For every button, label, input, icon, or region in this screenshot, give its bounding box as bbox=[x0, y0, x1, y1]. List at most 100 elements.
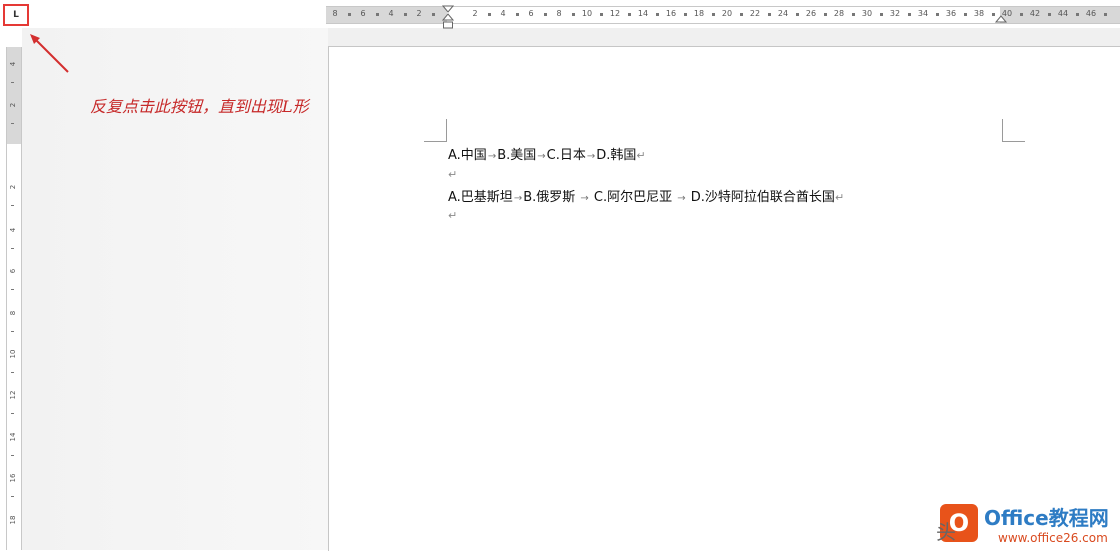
annotation-text: 反复点击此按钮，直到出现L形 bbox=[90, 97, 309, 116]
h-ruler-number: 32 bbox=[889, 9, 901, 18]
paragraph-mark-icon: ↵ bbox=[834, 191, 845, 204]
v-ruler-tick bbox=[11, 289, 14, 290]
watermark-prefix: 头 bbox=[936, 520, 956, 544]
first-line-indent-marker-icon[interactable] bbox=[442, 5, 454, 31]
v-ruler-number: 16 bbox=[9, 473, 17, 483]
h-ruler-tick bbox=[544, 13, 547, 16]
v-ruler-number: 12 bbox=[9, 390, 17, 400]
v-ruler-number: 2 bbox=[9, 102, 17, 108]
paragraph-mark-icon: ↵ bbox=[636, 149, 646, 162]
h-ruler-tick bbox=[880, 13, 883, 16]
h-ruler-number: 36 bbox=[945, 9, 957, 18]
h-ruler-tick bbox=[348, 13, 351, 16]
h-ruler-tick bbox=[572, 13, 575, 16]
watermark: 头 O Office教程网 www.office26.com bbox=[936, 500, 1109, 546]
v-ruler-tick bbox=[11, 496, 14, 497]
h-ruler-tick bbox=[824, 13, 827, 16]
document-empty-line-1[interactable]: ↵ bbox=[448, 167, 457, 182]
h-ruler-tick bbox=[404, 13, 407, 16]
document-text: C.阿尔巴尼亚 bbox=[589, 190, 677, 205]
h-ruler-number: 22 bbox=[749, 9, 761, 18]
v-ruler-tick bbox=[11, 123, 14, 124]
h-ruler-number: 6 bbox=[528, 9, 534, 18]
h-ruler-tick bbox=[908, 13, 911, 16]
tab-arrow-icon: → bbox=[586, 151, 596, 162]
h-ruler-tick bbox=[684, 13, 687, 16]
document-empty-line-2[interactable]: ↵ bbox=[448, 208, 457, 223]
tab-arrow-icon: → bbox=[537, 151, 546, 162]
tab-arrow-icon: → bbox=[580, 193, 589, 204]
h-ruler-tick bbox=[628, 13, 631, 16]
h-ruler-tick bbox=[1020, 13, 1023, 16]
h-ruler-tick bbox=[432, 13, 435, 16]
document-line-1[interactable]: A.中国→B.美国→C.日本→D.韩国↵ bbox=[448, 144, 646, 163]
margin-corner-top-left bbox=[424, 119, 447, 142]
h-ruler-tick bbox=[768, 13, 771, 16]
v-ruler-number: 10 bbox=[9, 349, 17, 359]
v-ruler-number: 4 bbox=[9, 227, 17, 233]
tab-arrow-icon: → bbox=[487, 151, 497, 162]
h-ruler-number: 4 bbox=[388, 9, 394, 18]
v-ruler-tick bbox=[11, 455, 14, 456]
h-ruler-number: 12 bbox=[609, 9, 621, 18]
document-text: A.巴基斯坦 bbox=[448, 190, 513, 205]
h-ruler-tick bbox=[1104, 13, 1107, 16]
paragraph-mark-icon: ↵ bbox=[448, 168, 458, 181]
h-ruler-number: 34 bbox=[917, 9, 929, 18]
h-ruler-number: 2 bbox=[472, 9, 478, 18]
v-ruler-tick bbox=[11, 372, 14, 373]
h-ruler-number: 42 bbox=[1029, 9, 1041, 18]
v-ruler-number: 14 bbox=[9, 432, 17, 442]
document-text: B.俄罗斯 bbox=[523, 190, 580, 205]
red-arrow-icon bbox=[30, 34, 69, 73]
document-line-2[interactable]: A.巴基斯坦→B.俄罗斯 → C.阿尔巴尼亚 → D.沙特阿拉伯联合酋长国↵ bbox=[448, 186, 844, 205]
h-ruler-tick bbox=[712, 13, 715, 16]
h-ruler-number: 4 bbox=[500, 9, 506, 18]
h-ruler-number: 14 bbox=[637, 9, 649, 18]
margin-corner-top-right bbox=[1002, 119, 1025, 142]
v-ruler-tick bbox=[11, 205, 14, 206]
h-ruler-tick bbox=[488, 13, 491, 16]
tab-arrow-icon: → bbox=[513, 193, 523, 204]
h-ruler-number: 30 bbox=[861, 9, 873, 18]
v-ruler-tick bbox=[11, 82, 14, 83]
h-ruler-tick bbox=[1076, 13, 1079, 16]
h-ruler-tick bbox=[516, 13, 519, 16]
h-ruler-tick bbox=[376, 13, 379, 16]
h-ruler-tick bbox=[600, 13, 603, 16]
h-ruler-number: 8 bbox=[332, 9, 338, 18]
h-ruler-number: 6 bbox=[360, 9, 366, 18]
h-ruler-number: 2 bbox=[416, 9, 422, 18]
v-ruler-number: 8 bbox=[9, 310, 17, 316]
v-ruler-number: 18 bbox=[9, 515, 17, 525]
h-ruler-number: 38 bbox=[973, 9, 985, 18]
h-ruler-number: 18 bbox=[693, 9, 705, 18]
h-ruler-number: 24 bbox=[777, 9, 789, 18]
h-ruler-tick bbox=[964, 13, 967, 16]
tab-stop-type-label: L bbox=[13, 10, 19, 20]
h-ruler-number: 46 bbox=[1085, 9, 1097, 18]
watermark-url: www.office26.com bbox=[998, 530, 1108, 545]
document-text: B.美国 bbox=[497, 148, 537, 163]
h-ruler-tick bbox=[796, 13, 799, 16]
document-text: D.韩国 bbox=[596, 148, 637, 163]
v-ruler-number: 2 bbox=[9, 184, 17, 190]
h-ruler-tick bbox=[852, 13, 855, 16]
v-ruler-number: 6 bbox=[9, 268, 17, 274]
h-ruler-number: 16 bbox=[665, 9, 677, 18]
watermark-brand: Office教程网 bbox=[984, 505, 1109, 530]
h-ruler-tick bbox=[1048, 13, 1051, 16]
right-indent-marker-icon[interactable] bbox=[995, 14, 1007, 24]
document-text: D.沙特阿拉伯联合酋长国 bbox=[686, 190, 835, 205]
h-ruler-number: 8 bbox=[556, 9, 562, 18]
h-ruler-tick bbox=[936, 13, 939, 16]
document-text: A.中国 bbox=[448, 148, 487, 163]
h-ruler-number: 44 bbox=[1057, 9, 1069, 18]
tab-arrow-icon: → bbox=[677, 193, 686, 204]
h-ruler-number: 20 bbox=[721, 9, 733, 18]
h-ruler-tick bbox=[656, 13, 659, 16]
tab-stop-selector-button[interactable]: L bbox=[3, 4, 29, 26]
v-ruler-tick bbox=[11, 413, 14, 414]
h-ruler-number: 26 bbox=[805, 9, 817, 18]
v-ruler-tick bbox=[11, 331, 14, 332]
